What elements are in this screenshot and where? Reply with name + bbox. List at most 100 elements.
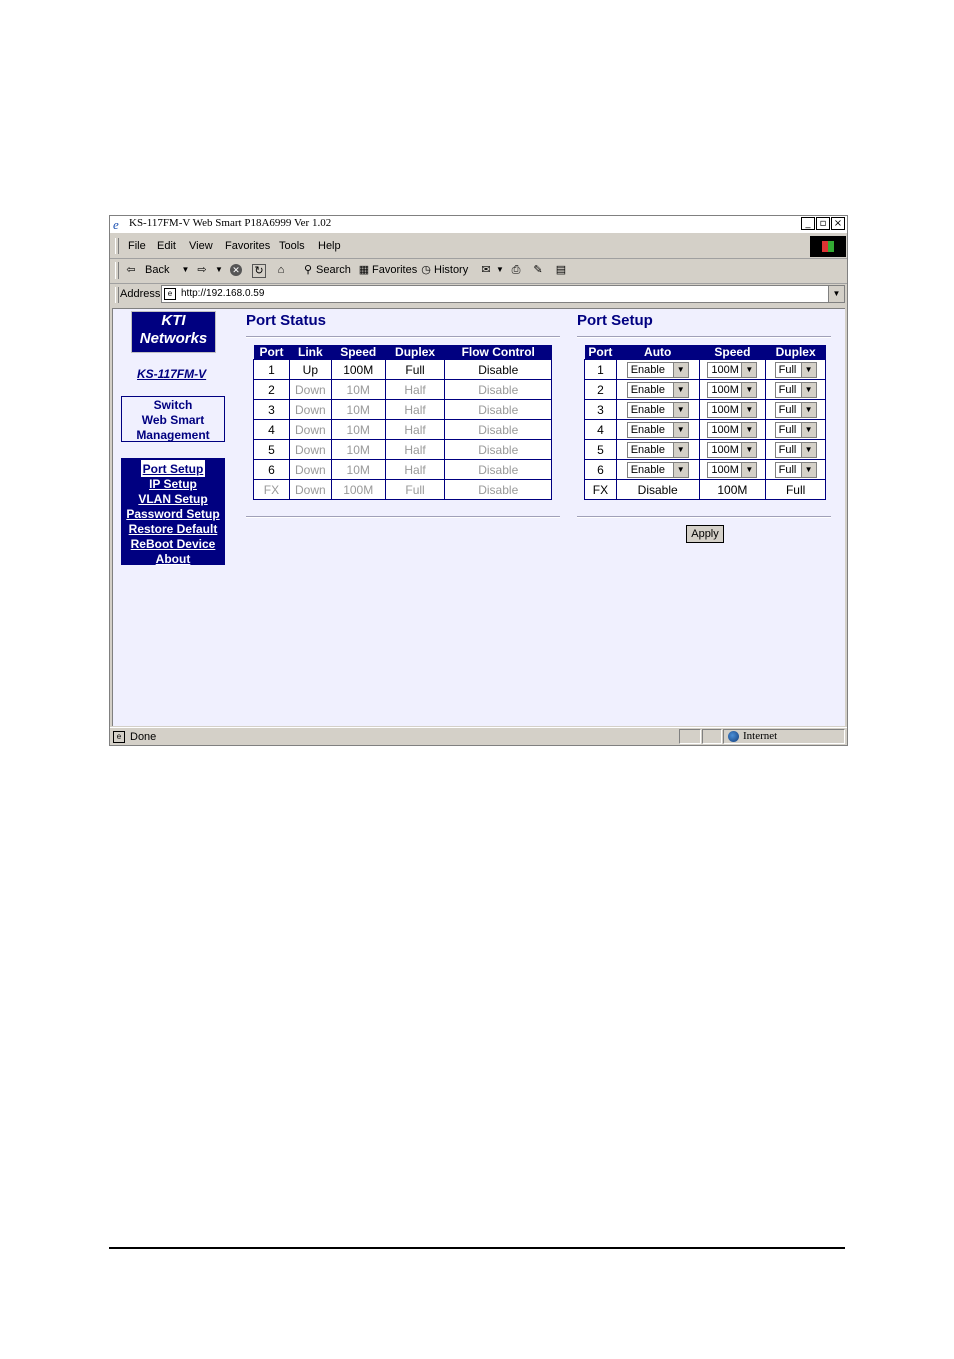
- menu-tools[interactable]: Tools: [279, 240, 305, 252]
- menu-view[interactable]: View: [189, 240, 213, 252]
- select-value: Full: [778, 463, 797, 476]
- favorites-button[interactable]: ▦ Favorites: [358, 264, 417, 276]
- refresh-button[interactable]: ↻: [252, 264, 266, 278]
- history-button[interactable]: ◷ History: [420, 264, 468, 276]
- setup-port: FX: [584, 479, 617, 500]
- auto-select[interactable]: Enable ▼: [626, 421, 689, 438]
- status-speed: 100M: [330, 479, 386, 500]
- duplex-select[interactable]: Full ▼: [774, 401, 817, 418]
- page-icon: e: [113, 731, 125, 743]
- auto-select[interactable]: Enable ▼: [626, 381, 689, 398]
- duplex-select[interactable]: Full ▼: [774, 361, 817, 378]
- chevron-down-icon: ▼: [800, 462, 816, 477]
- menu-help[interactable]: Help: [318, 240, 341, 252]
- auto-select[interactable]: Enable ▼: [626, 441, 689, 458]
- setup-auto-cell: Enable ▼: [615, 359, 700, 380]
- port-status-top-rule: [246, 336, 560, 338]
- status-duplex: Half: [384, 439, 446, 460]
- duplex-select[interactable]: Full ▼: [774, 421, 817, 438]
- print-button[interactable]: ⎙: [510, 264, 522, 276]
- auto-select[interactable]: Enable ▼: [626, 361, 689, 378]
- chevron-down-icon: ▼: [741, 442, 757, 457]
- nav-port-setup[interactable]: Port Setup: [141, 460, 205, 477]
- address-url: http://192.168.0.59: [181, 288, 265, 299]
- duplex-select[interactable]: Full ▼: [774, 441, 817, 458]
- chevron-down-icon: ▼: [672, 382, 688, 397]
- nav-ip-setup[interactable]: IP Setup: [121, 477, 225, 492]
- setup-port: 6: [584, 459, 617, 480]
- status-flow: Disable: [444, 359, 552, 380]
- select-value: 100M: [711, 463, 739, 476]
- setup-speed-cell: 100M ▼: [698, 419, 767, 440]
- apply-button[interactable]: Apply: [686, 525, 724, 543]
- svg-text:e: e: [113, 217, 119, 231]
- status-link: Down: [288, 439, 332, 460]
- address-input[interactable]: e http://192.168.0.59 ▼: [161, 285, 845, 303]
- table-row: 2 Enable ▼ 100M ▼ Full ▼: [584, 379, 826, 400]
- speed-select[interactable]: 100M ▼: [707, 381, 758, 398]
- chevron-down-icon[interactable]: ▼: [828, 286, 844, 302]
- speed-select[interactable]: 100M ▼: [707, 441, 758, 458]
- home-button[interactable]: ⌂: [275, 264, 287, 276]
- kti-logo: KTI Networks: [131, 311, 216, 353]
- back-label: Back: [145, 264, 170, 276]
- setup-port: 2: [584, 379, 617, 400]
- select-value: Enable: [630, 383, 665, 396]
- status-port: 2: [253, 379, 290, 400]
- setup-auto-cell: Enable ▼: [615, 439, 700, 460]
- menu-edit[interactable]: Edit: [157, 240, 176, 252]
- select-value: 100M: [711, 363, 739, 376]
- setup-duplex-cell: Full ▼: [765, 439, 826, 460]
- chevron-down-icon: ▼: [800, 422, 816, 437]
- discuss-button[interactable]: ▤: [555, 264, 567, 276]
- status-port: FX: [253, 479, 290, 500]
- duplex-select[interactable]: Full ▼: [774, 381, 817, 398]
- speed-select[interactable]: 100M ▼: [707, 461, 758, 478]
- status-port: 5: [253, 439, 290, 460]
- history-icon: ◷: [421, 264, 431, 276]
- minimize-button[interactable]: _: [801, 217, 815, 230]
- model-link[interactable]: KS-117FM-V: [137, 367, 206, 381]
- nav-password-setup[interactable]: Password Setup: [121, 507, 225, 522]
- back-button[interactable]: ⇦ Back ▼: [125, 264, 191, 276]
- setup-duplex-cell: Full ▼: [765, 359, 826, 380]
- refresh-icon: ↻: [252, 264, 266, 278]
- table-row: 6 Down 10M Half Disable: [253, 459, 552, 480]
- nav-vlan-setup[interactable]: VLAN Setup: [121, 492, 225, 507]
- menu-bar: File Edit View Favorites Tools Help: [110, 236, 847, 259]
- page-footer-rule: [109, 1247, 845, 1249]
- status-link: Down: [288, 399, 332, 420]
- speed-select[interactable]: 100M ▼: [707, 401, 758, 418]
- maximize-button[interactable]: ▫: [816, 217, 830, 230]
- mail-button[interactable]: ✉ ▼: [480, 264, 506, 276]
- menu-file[interactable]: File: [128, 240, 146, 252]
- forward-button[interactable]: ⇨ ▼: [196, 264, 225, 276]
- speed-select[interactable]: 100M ▼: [707, 421, 758, 438]
- mail-icon: ✉: [481, 264, 491, 276]
- setup-duplex-cell: Full ▼: [765, 419, 826, 440]
- nav-reboot-device[interactable]: ReBoot Device: [121, 537, 225, 552]
- auto-select[interactable]: Enable ▼: [626, 401, 689, 418]
- speed-select[interactable]: 100M ▼: [707, 361, 758, 378]
- nav-restore-default[interactable]: Restore Default: [121, 522, 225, 537]
- home-icon: ⌂: [277, 264, 285, 276]
- setup-auto-cell: Enable ▼: [615, 379, 700, 400]
- setup-header-duplex: Duplex: [765, 345, 826, 360]
- edit-button[interactable]: ✎: [532, 264, 544, 276]
- auto-select[interactable]: Enable ▼: [626, 461, 689, 478]
- menu-favorites[interactable]: Favorites: [225, 240, 270, 252]
- select-value: Full: [778, 423, 797, 436]
- stop-button[interactable]: ✕: [230, 264, 242, 276]
- close-button[interactable]: ×: [831, 217, 845, 230]
- status-flow: Disable: [444, 399, 552, 420]
- page-icon: e: [164, 288, 176, 300]
- nav-about[interactable]: About: [121, 552, 225, 567]
- search-button[interactable]: ⚲ Search: [302, 264, 351, 276]
- status-header-link: Link: [289, 345, 332, 360]
- status-cell: [702, 729, 722, 744]
- status-text: Done: [130, 731, 157, 743]
- setup-header-speed: Speed: [699, 345, 766, 360]
- duplex-select[interactable]: Full ▼: [774, 461, 817, 478]
- chevron-down-icon: ▼: [741, 402, 757, 417]
- logo-line-1: KTI: [161, 312, 186, 329]
